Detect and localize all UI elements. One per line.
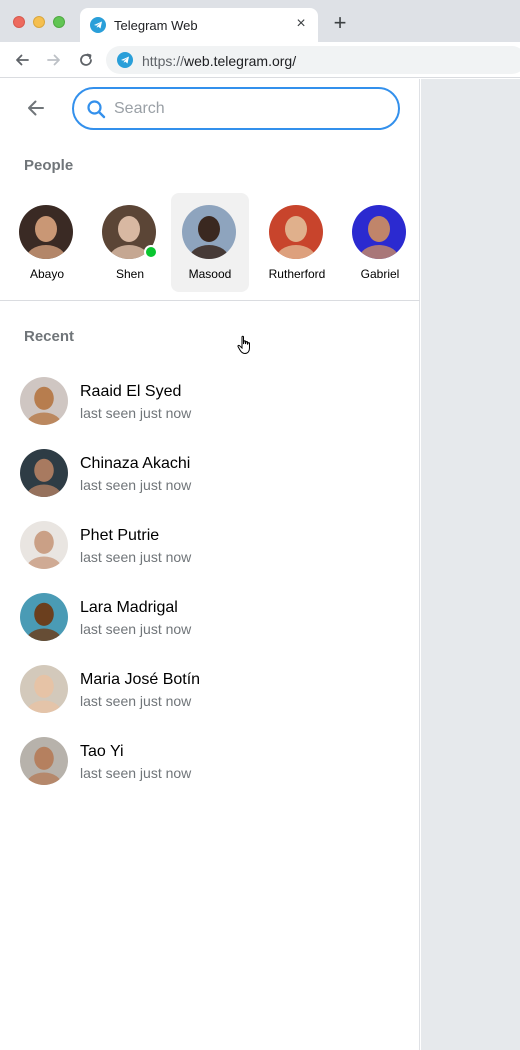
recent-contact-item[interactable]: Lara Madrigal last seen just now [8, 585, 412, 649]
back-arrow-icon[interactable] [22, 94, 50, 122]
search-panel: People AbayoShenMasoodRutherfordGabriel … [0, 79, 420, 1050]
person-masood[interactable]: Masood [171, 193, 249, 292]
avatar [352, 205, 406, 259]
person-name: Shen [115, 267, 145, 281]
browser-tab-bar: Telegram Web × + [0, 0, 520, 42]
recent-contact-item[interactable]: Raaid El Syed last seen just now [8, 369, 412, 433]
person-name: Rutherford [268, 267, 326, 281]
person-gabriel[interactable]: Gabriel [341, 193, 419, 292]
new-tab-button[interactable]: + [330, 12, 350, 34]
search-icon [86, 99, 106, 119]
telegram-icon [90, 17, 106, 33]
browser-toolbar: https://web.telegram.org/ [0, 42, 520, 78]
last-seen-status: last seen just now [80, 621, 192, 637]
avatar [20, 737, 68, 785]
address-bar[interactable]: https://web.telegram.org/ [106, 46, 520, 74]
section-divider [0, 300, 420, 301]
contact-name: Phet Putrie [80, 527, 160, 544]
avatar [20, 449, 68, 497]
person-name: Abayo [29, 267, 65, 281]
last-seen-status: last seen just now [80, 405, 192, 421]
avatar [19, 205, 73, 259]
tab-title: Telegram Web [114, 18, 198, 33]
contact-name: Chinaza Akachi [80, 455, 191, 472]
browser-tab[interactable]: Telegram Web × [80, 8, 318, 42]
contact-name: Lara Madrigal [80, 599, 178, 616]
search-box[interactable] [72, 87, 400, 130]
contact-name: Maria José Botín [80, 671, 201, 688]
person-name: Gabriel [360, 267, 400, 281]
last-seen-status: last seen just now [80, 477, 192, 493]
person-rutherford[interactable]: Rutherford [258, 193, 336, 292]
recent-contact-item[interactable]: Tao Yi last seen just now [8, 729, 412, 793]
window-close-button[interactable] [13, 16, 25, 28]
person-abayo[interactable]: Abayo [8, 193, 86, 292]
recent-contact-item[interactable]: Chinaza Akachi last seen just now [8, 441, 412, 505]
url-text: https://web.telegram.org/ [142, 53, 296, 69]
url-host: web.telegram.org/ [184, 53, 297, 69]
avatar [20, 665, 68, 713]
last-seen-status: last seen just now [80, 549, 192, 565]
window-minimize-button[interactable] [33, 16, 45, 28]
recent-section-title: Recent [24, 328, 75, 345]
chat-area-background [421, 79, 520, 1050]
avatar [20, 377, 68, 425]
people-section-title: People [24, 157, 74, 174]
person-name: Masood [188, 267, 232, 281]
contact-name: Tao Yi [80, 743, 124, 760]
recent-contact-item[interactable]: Phet Putrie last seen just now [8, 513, 412, 577]
contact-name: Raaid El Syed [80, 383, 182, 400]
url-scheme: https:// [142, 53, 185, 69]
avatar [182, 205, 236, 259]
tab-close-icon[interactable]: × [292, 15, 310, 33]
telegram-icon [117, 52, 133, 68]
browser-back-icon[interactable] [12, 50, 32, 70]
recent-contact-item[interactable]: Maria José Botín last seen just now [8, 657, 412, 721]
hand-cursor-icon [236, 335, 254, 355]
avatar [269, 205, 323, 259]
browser-forward-icon[interactable] [44, 50, 64, 70]
last-seen-status: last seen just now [80, 693, 192, 709]
person-shen[interactable]: Shen [91, 193, 169, 292]
avatar [20, 521, 68, 569]
last-seen-status: last seen just now [80, 765, 192, 781]
online-status-dot [144, 245, 158, 259]
people-carousel: Abayo Shen Masood Rutherford Gabriel [8, 193, 420, 293]
window-zoom-button[interactable] [53, 16, 65, 28]
browser-reload-icon[interactable] [76, 50, 96, 70]
search-input[interactable] [114, 98, 384, 120]
avatar [20, 593, 68, 641]
